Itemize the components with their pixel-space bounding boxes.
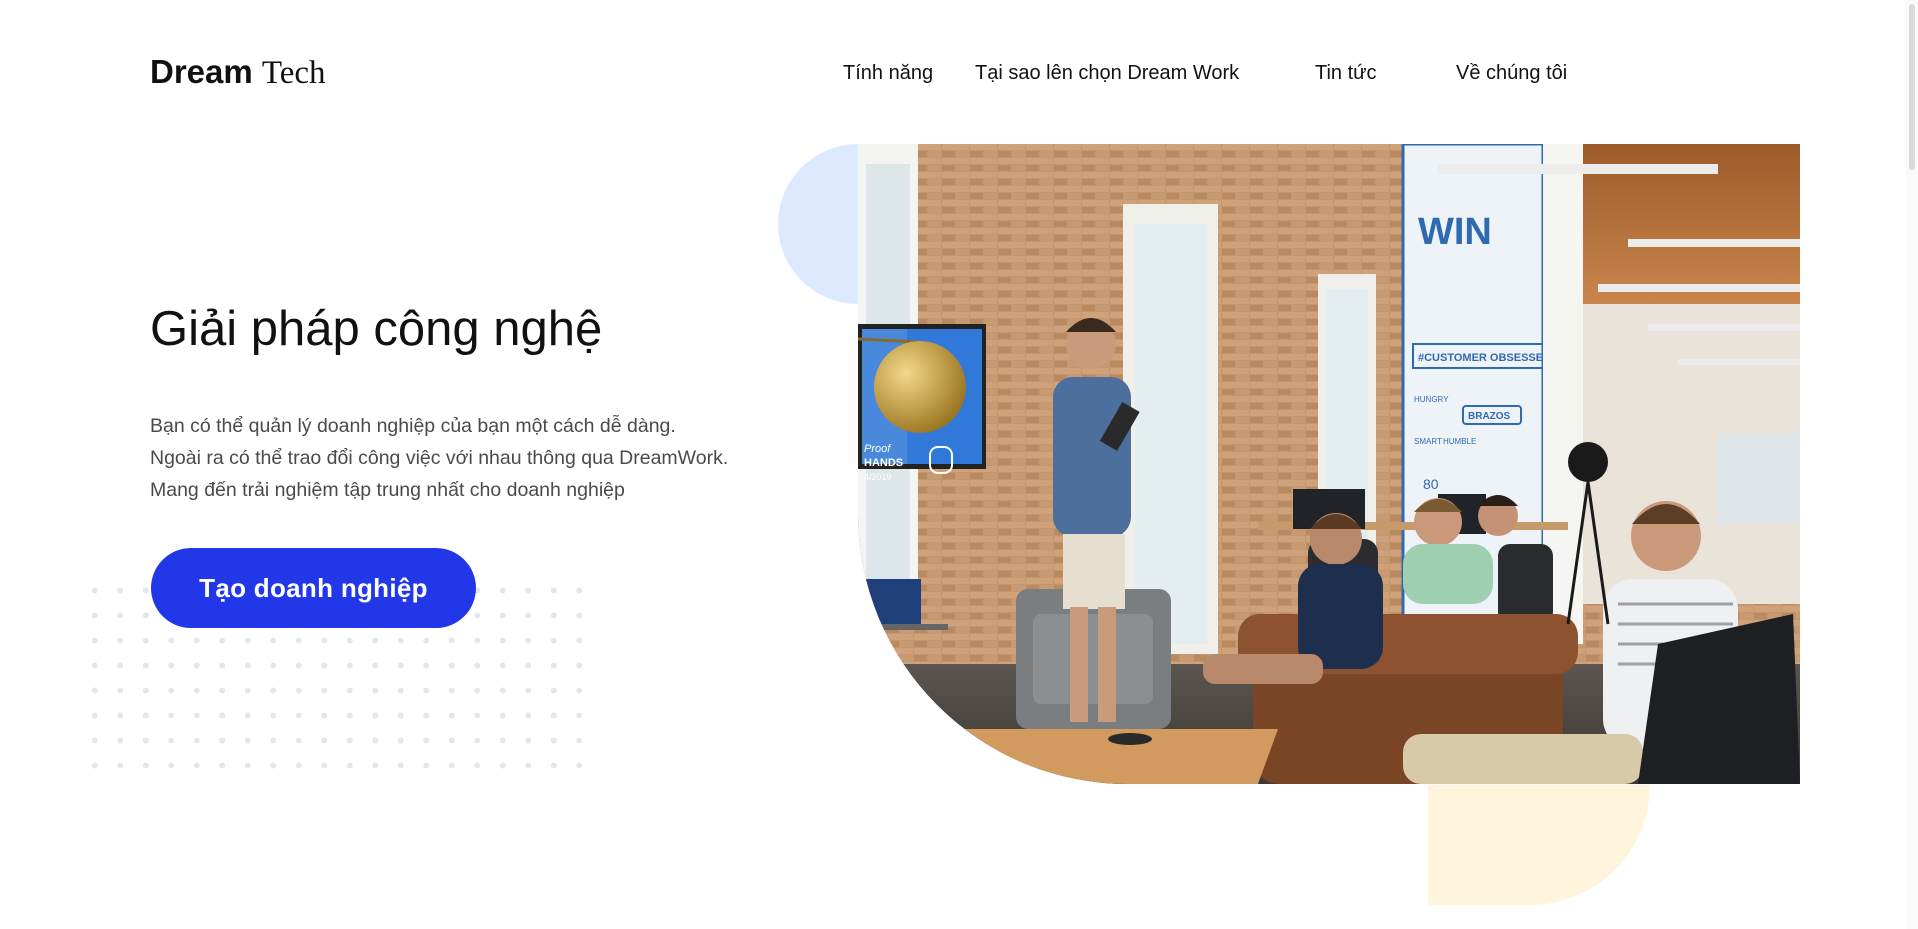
decorative-yellow-shape	[1428, 785, 1650, 905]
logo-light-text: Tech	[261, 55, 326, 91]
mural-number-text: 80	[1423, 476, 1439, 492]
screen-text: 4/2019	[864, 472, 892, 482]
page-scrollbar-thumb[interactable]	[1909, 4, 1915, 170]
mural-small-text: SMART	[1414, 437, 1442, 446]
create-business-button[interactable]: Tạo doanh nghiệp	[151, 548, 476, 628]
logo[interactable]: Dream Tech	[150, 50, 326, 95]
screen-text: Proof	[864, 443, 891, 455]
hero-description-line: Mang đến trải nghiệm tập trung nhất cho …	[150, 479, 625, 501]
nav-item-why-choose[interactable]: Tại sao lên chọn Dream Work	[975, 58, 1239, 88]
mural-tag-text: #CUSTOMER OBSESSED	[1418, 352, 1551, 364]
landing-page: Dream Tech Tính năng Tại sao lên chọn Dr…	[0, 0, 1918, 929]
mural-badge-text: BRAZOS	[1468, 411, 1511, 422]
nav-item-news[interactable]: Tin tức	[1315, 58, 1377, 88]
screen-text: HANDS	[864, 457, 903, 469]
mural-win-text: WIN	[1418, 211, 1492, 253]
hero-title: Giải pháp công nghệ	[150, 302, 603, 356]
logo-strong-text: Dream	[150, 53, 253, 90]
mural-small-text: HUNGRY	[1414, 395, 1449, 404]
hero-office-photo: WIN #CUSTOMER OBSESSED HUNGRY SMART HUMB…	[858, 144, 1800, 784]
page-scrollbar-track[interactable]	[1906, 0, 1918, 929]
nav-item-features[interactable]: Tính năng	[843, 58, 933, 88]
hero-description: Bạn có thể quản lý doanh nghiệp của bạn …	[150, 410, 728, 506]
hero-description-line: Bạn có thể quản lý doanh nghiệp của bạn …	[150, 415, 676, 437]
nav-item-about[interactable]: Về chúng tôi	[1456, 58, 1567, 88]
hero-description-line: Ngoài ra có thể trao đổi công việc với n…	[150, 447, 729, 469]
mural-small-text: HUMBLE	[1443, 437, 1476, 446]
